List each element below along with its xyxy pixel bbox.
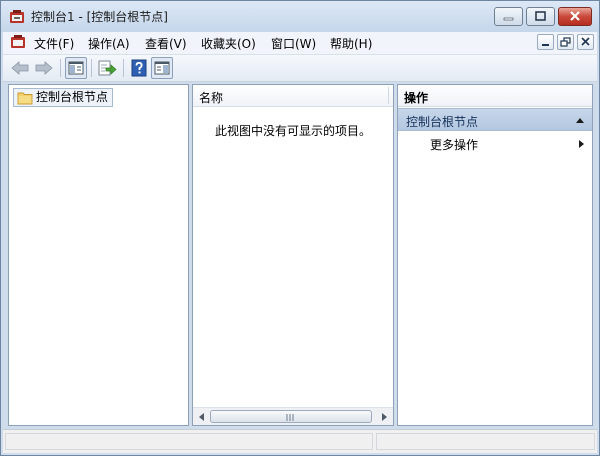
tree-item-label: 控制台根节点 <box>36 90 109 104</box>
menu-window[interactable]: 窗口(W) <box>271 35 316 52</box>
menu-view[interactable]: 查看(V) <box>145 35 187 52</box>
show-hide-tree-button[interactable] <box>65 57 87 79</box>
action-pane: 操作 控制台根节点 更多操作 <box>397 84 593 426</box>
close-button[interactable] <box>558 7 592 26</box>
minimize-button[interactable] <box>494 7 523 26</box>
toolbar-separator <box>123 59 124 77</box>
grip-icon <box>286 414 294 421</box>
menu-help[interactable]: 帮助(H) <box>330 35 372 52</box>
minimize-icon <box>503 17 514 21</box>
scroll-left-icon[interactable] <box>196 411 208 423</box>
results-pane[interactable]: 名称 此视图中没有可显示的项目。 <box>192 84 394 426</box>
more-actions-label: 更多操作 <box>430 138 479 152</box>
menu-file[interactable]: 文件(F) <box>34 35 74 52</box>
close-icon <box>570 11 580 21</box>
console-tree-pane[interactable]: 控制台根节点 <box>8 84 189 426</box>
more-actions-item[interactable]: 更多操作 <box>398 133 592 155</box>
empty-view-message: 此视图中没有可显示的项目。 <box>214 124 371 138</box>
help-button[interactable] <box>128 57 150 79</box>
column-header-label: 名称 <box>199 91 224 105</box>
tree-item-console-root[interactable]: 控制台根节点 <box>13 88 114 110</box>
console-app-icon[interactable] <box>9 9 25 25</box>
mdi-close-button[interactable] <box>577 34 594 50</box>
folder-icon <box>17 91 33 110</box>
mmc-window: 控制台1 - [控制台根节点] 文件(F) 操作(A) 查看(V) 收藏夹(O)… <box>0 0 600 456</box>
help-icon <box>131 59 147 77</box>
status-bar <box>3 429 597 453</box>
action-pane-title: 操作 <box>404 91 429 105</box>
show-hide-action-pane-button[interactable] <box>151 57 173 79</box>
toolbar-separator <box>91 59 92 77</box>
forward-button[interactable] <box>33 57 55 79</box>
mdi-restore-button[interactable] <box>557 34 574 50</box>
toolbar <box>3 55 597 82</box>
back-button[interactable] <box>9 57 31 79</box>
maximize-icon <box>535 11 546 21</box>
title-bar[interactable]: 控制台1 - [控制台根节点] <box>1 1 599 32</box>
restore-icon <box>560 37 571 47</box>
console-menu-icon[interactable] <box>10 34 26 50</box>
status-cell-main <box>5 433 373 450</box>
action-section-title: 控制台根节点 <box>406 115 479 129</box>
export-list-button[interactable] <box>96 57 118 79</box>
action-section-console-root[interactable]: 控制台根节点 <box>398 108 592 131</box>
horizontal-scrollbar[interactable] <box>193 407 393 425</box>
column-resize-handle[interactable] <box>388 87 389 104</box>
scrollbar-thumb[interactable] <box>210 410 372 423</box>
show-hide-action-pane-icon <box>154 61 170 75</box>
export-list-icon <box>98 60 117 76</box>
scroll-right-icon[interactable] <box>378 411 390 423</box>
close-icon <box>581 37 590 46</box>
maximize-button[interactable] <box>526 7 555 26</box>
minimize-icon <box>542 44 549 46</box>
menu-action[interactable]: 操作(A) <box>88 35 130 52</box>
back-arrow-icon <box>11 61 29 75</box>
window-title: 控制台1 - [控制台根节点] <box>31 10 168 24</box>
status-cell-secondary <box>376 433 595 450</box>
toolbar-separator <box>60 59 61 77</box>
submenu-arrow-icon <box>579 140 584 148</box>
forward-arrow-icon <box>35 61 53 75</box>
menu-bar: 文件(F) 操作(A) 查看(V) 收藏夹(O) 窗口(W) 帮助(H) <box>3 32 597 55</box>
mdi-minimize-button[interactable] <box>537 34 554 50</box>
collapse-up-icon[interactable] <box>575 116 585 124</box>
menu-favorites[interactable]: 收藏夹(O) <box>201 35 256 52</box>
action-pane-header: 操作 <box>398 85 592 107</box>
show-hide-tree-icon <box>68 61 84 75</box>
column-header-name[interactable]: 名称 <box>193 85 393 107</box>
